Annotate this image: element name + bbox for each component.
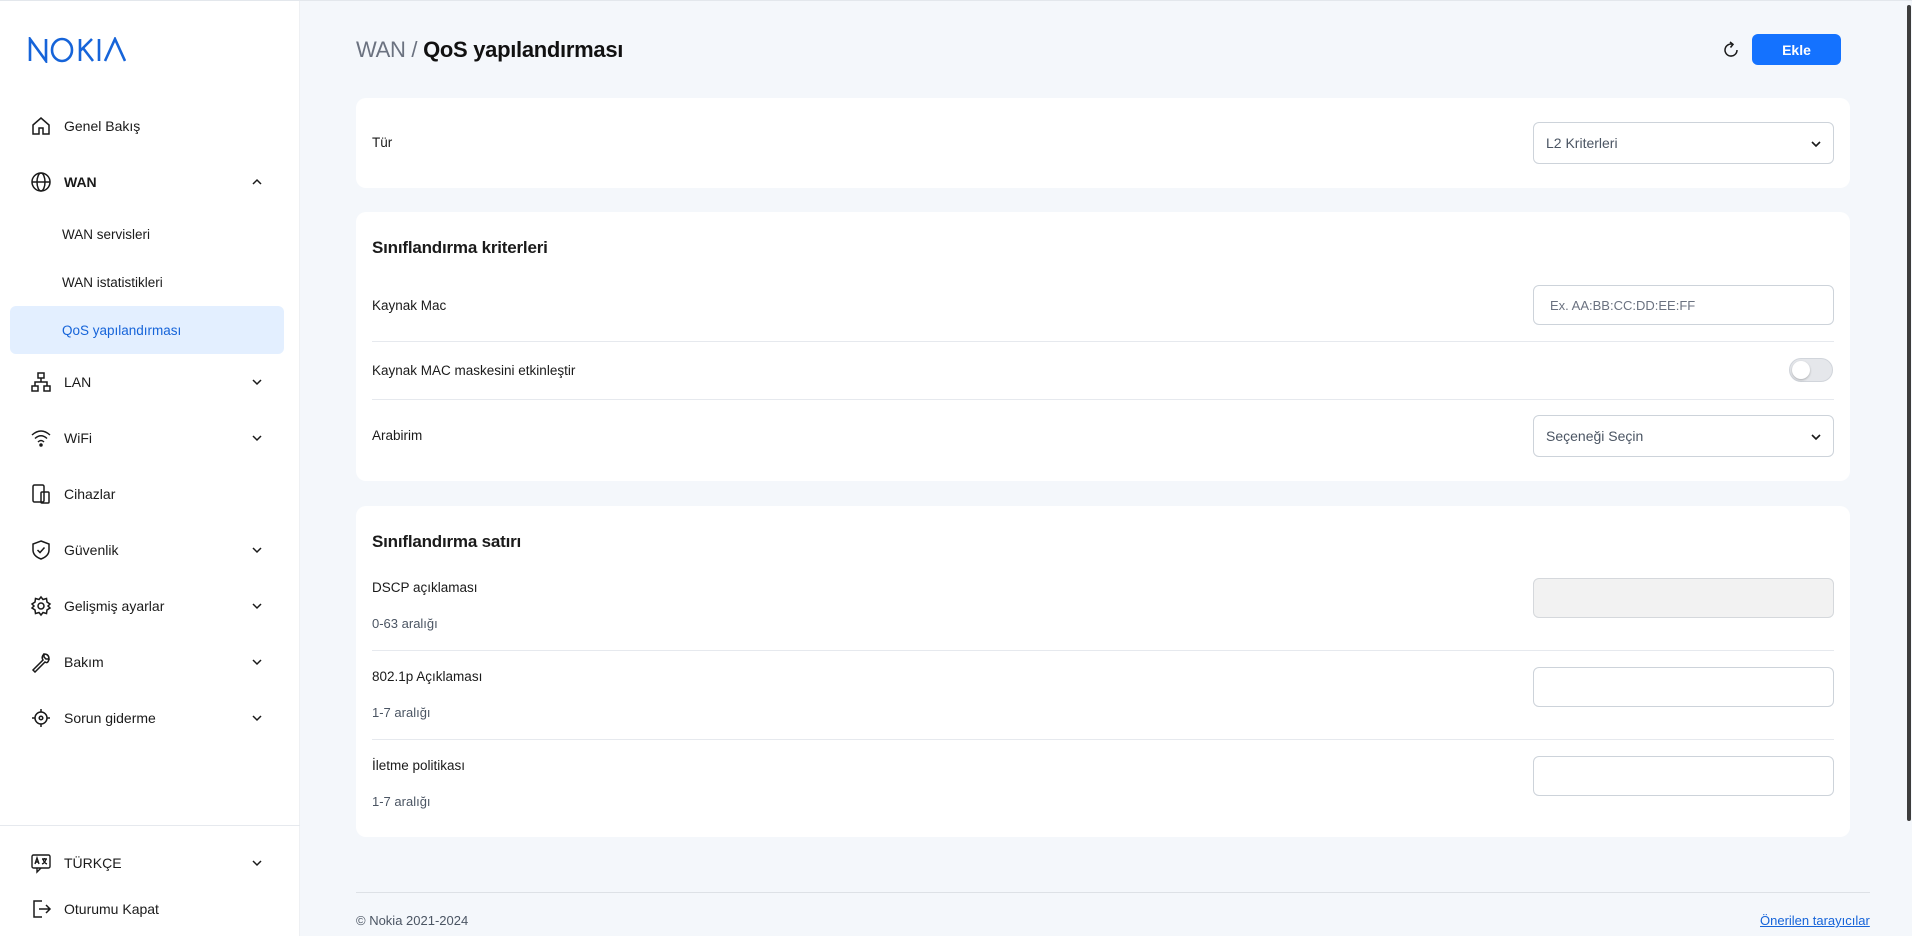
chevron-down-icon [1811,434,1821,441]
logout-label: Oturumu Kapat [64,901,159,917]
criteria-section-title: Sınıflandırma kriterleri [372,238,548,257]
sidebar-subitem-label: WAN servisleri [62,226,151,242]
source-mac-input[interactable] [1533,285,1834,325]
sidebar-item-wan[interactable]: WAN [10,158,284,206]
sidebar-item-label: WAN [64,174,97,190]
forward-policy-hint: 1-7 aralığı [372,794,431,809]
source-mac-label: Kaynak Mac [372,298,447,313]
sidebar-subitem-label: WAN istatistikleri [62,274,163,290]
sidebar-subitem-wan-statistics[interactable]: WAN istatistikleri [10,258,284,306]
nokia-logo[interactable] [28,37,126,63]
sidebar-divider [0,825,300,826]
sidebar-item-overview[interactable]: Genel Bakış [10,102,284,150]
devices-icon [32,484,50,504]
home-icon [32,117,50,135]
chevron-down-icon [252,435,262,442]
row-divider [372,739,1834,740]
sidebar-item-label: Gelişmiş ayarlar [64,598,165,614]
language-icon [31,854,51,874]
gear-icon [30,595,52,617]
classification-row-card: Sınıflandırma satırı DSCP açıklaması 0-6… [356,506,1850,837]
dot1p-input[interactable] [1533,667,1834,707]
type-label: Tür [372,135,393,150]
wrench-icon [31,653,50,673]
chevron-down-icon [252,547,262,554]
recommended-browsers-link[interactable]: Önerilen tarayıcılar [1760,913,1870,928]
refresh-icon[interactable] [1720,39,1742,61]
chevron-down-icon [1811,141,1821,148]
type-select[interactable]: L2 Kriterleri [1533,122,1834,164]
page-title: QoS yapılandırması [423,37,624,62]
chevron-down-icon [252,715,262,722]
network-icon [31,372,51,392]
breadcrumb-parent[interactable]: WAN / [356,37,418,62]
sidebar-subitem-qos[interactable]: QoS yapılandırması [10,306,284,354]
type-card: Tür L2 Kriterleri [356,98,1850,188]
row-divider [372,650,1834,651]
dot1p-label: 802.1p Açıklaması [372,669,483,684]
language-selector[interactable]: TÜRKÇE [10,839,284,887]
copyright: © Nokia 2021-2024 [356,913,469,928]
scrollbar-thumb[interactable] [1907,5,1911,821]
sidebar-item-label: Bakım [64,654,104,670]
logout-icon [33,900,52,918]
shield-icon [32,540,50,560]
sidebar-item-lan[interactable]: LAN [10,358,284,406]
classification-criteria-card: Sınıflandırma kriterleri Kaynak Mac Kayn… [356,212,1850,481]
language-label: TÜRKÇE [64,855,122,871]
chevron-down-icon [252,603,262,610]
interface-select-value: Seçeneği Seçin [1546,428,1644,444]
chevron-down-icon [252,659,262,666]
type-select-value: L2 Kriterleri [1546,135,1618,151]
wifi-icon [31,430,51,447]
sidebar: Genel Bakış WAN WAN servisleri WAN istat… [0,1,300,936]
toggle-knob [1792,361,1810,379]
mac-mask-toggle[interactable] [1789,358,1833,382]
sidebar-item-label: WiFi [64,430,92,446]
globe-icon [31,172,51,192]
forward-policy-label: İletme politikası [372,758,466,773]
forward-policy-input[interactable] [1533,756,1834,796]
sidebar-item-wifi[interactable]: WiFi [10,414,284,462]
logout-button[interactable]: Oturumu Kapat [10,885,284,933]
sidebar-subitem-wan-services[interactable]: WAN servisleri [10,210,284,258]
mac-mask-label: Kaynak MAC maskesini etkinleştir [372,363,576,378]
chevron-up-icon [252,178,262,185]
interface-label: Arabirim [372,428,423,443]
dscp-input[interactable] [1533,578,1834,618]
interface-select[interactable]: Seçeneği Seçin [1533,415,1834,457]
classification-row-title: Sınıflandırma satırı [372,532,522,551]
sidebar-item-maintenance[interactable]: Bakım [10,638,284,686]
sidebar-subitem-label: QoS yapılandırması [62,322,182,338]
sidebar-item-advanced-settings[interactable]: Gelişmiş ayarlar [10,582,284,630]
row-divider [372,341,1834,342]
footer-divider [356,892,1870,893]
sidebar-item-label: Sorun giderme [64,710,156,726]
breadcrumb: WAN / QoS yapılandırması [356,37,623,63]
sidebar-item-label: Cihazlar [64,486,116,502]
sidebar-item-label: Güvenlik [64,542,119,558]
sidebar-item-security[interactable]: Güvenlik [10,526,284,574]
sidebar-item-devices[interactable]: Cihazlar [10,470,284,518]
sidebar-item-troubleshooting[interactable]: Sorun giderme [10,694,284,742]
chevron-down-icon [252,379,262,386]
crosshair-icon [32,709,50,727]
dscp-hint: 0-63 aralığı [372,616,438,631]
dscp-label: DSCP açıklaması [372,580,478,595]
sidebar-item-label: LAN [64,374,92,390]
chevron-down-icon [252,860,262,867]
dot1p-hint: 1-7 aralığı [372,705,431,720]
sidebar-item-label: Genel Bakış [64,118,141,134]
row-divider [372,399,1834,400]
add-button[interactable]: Ekle [1752,34,1841,65]
